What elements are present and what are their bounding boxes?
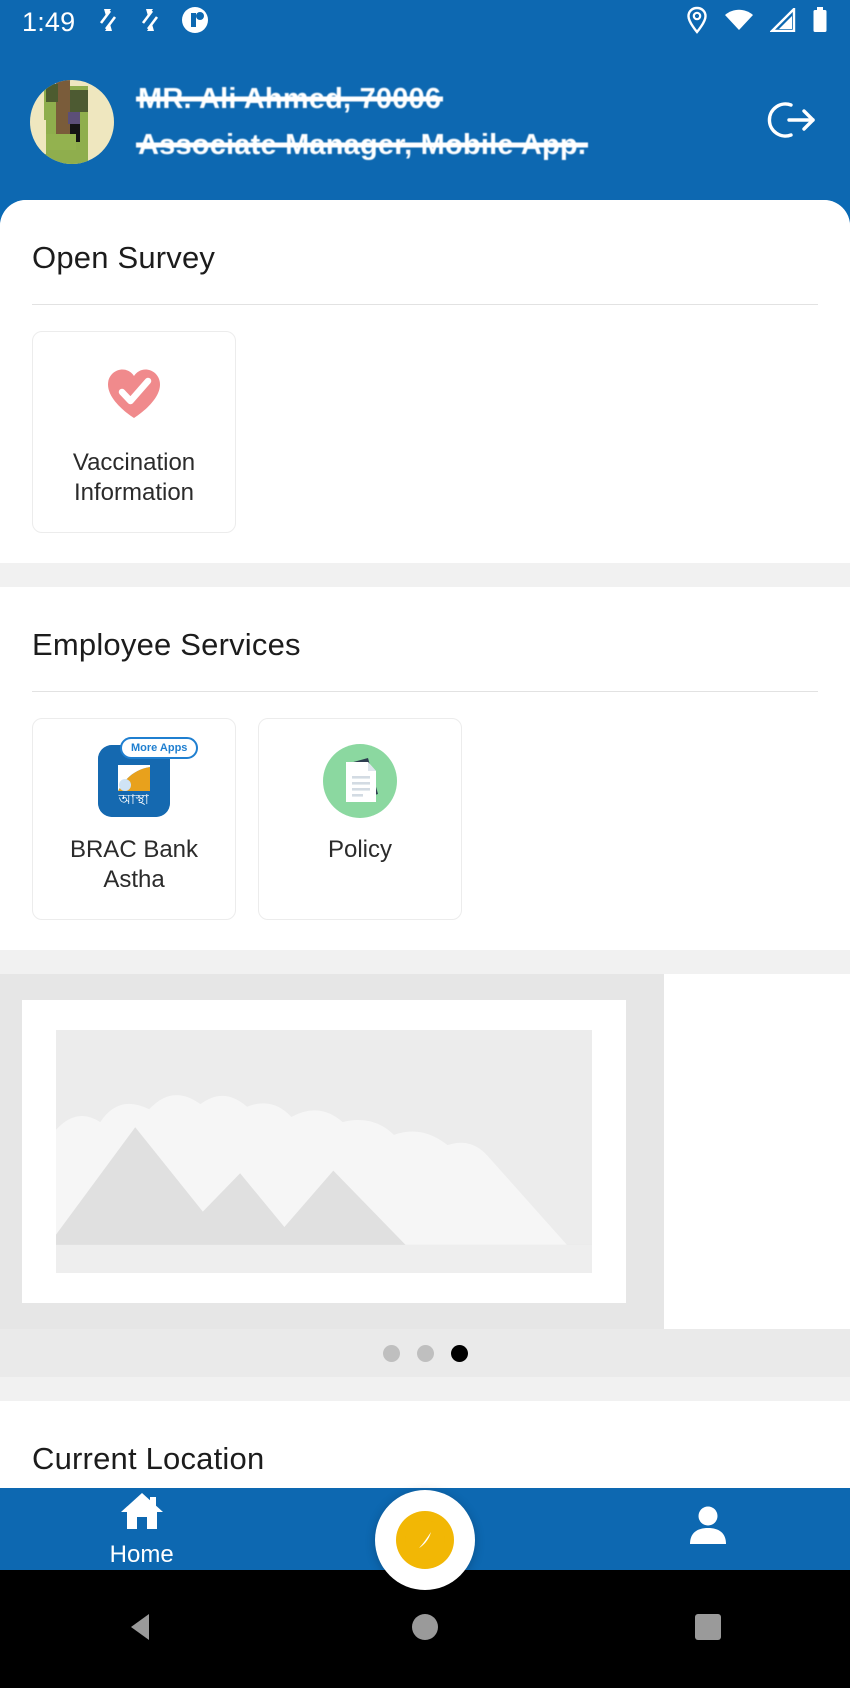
tile-policy[interactable]: Policy bbox=[258, 718, 462, 920]
back-button[interactable] bbox=[82, 1570, 202, 1688]
current-location-section: Current Location bbox=[0, 1401, 850, 1488]
image-placeholder-landscape bbox=[56, 1030, 592, 1273]
user-info: MR. Ali Ahmed, 70006 Associate Manager, … bbox=[138, 79, 758, 165]
section-gap bbox=[0, 563, 850, 587]
content-sheet: Open Survey Vaccination Information Empl… bbox=[0, 200, 850, 1488]
brac-bank-astha-icon: আস্থা More Apps bbox=[98, 737, 199, 817]
tile-label: Vaccination Information bbox=[72, 449, 196, 506]
banner-carousel[interactable] bbox=[0, 974, 850, 1329]
section-gap bbox=[0, 1377, 850, 1401]
home-circle-icon bbox=[410, 1612, 440, 1647]
open-survey-section: Open Survey Vaccination Information bbox=[0, 200, 850, 563]
tile-brac-bank-astha[interactable]: আস্থা More Apps BRAC Bank Astha bbox=[32, 718, 236, 920]
carousel-slide-next[interactable] bbox=[664, 974, 849, 1329]
recents-button[interactable] bbox=[648, 1570, 768, 1688]
profile-person-icon bbox=[684, 1501, 732, 1554]
employee-services-tiles: আস্থা More Apps BRAC Bank Astha Policy bbox=[32, 692, 818, 950]
compass-fab-button[interactable] bbox=[375, 1490, 475, 1590]
status-bar: 1:49 bbox=[0, 0, 850, 44]
data-transfer-icon bbox=[139, 7, 161, 38]
banner-carousel-section bbox=[0, 974, 850, 1377]
carousel-dot[interactable] bbox=[416, 1344, 434, 1362]
employee-services-section: Employee Services আস্থা More Apps BRAC B… bbox=[0, 587, 850, 950]
back-triangle-icon bbox=[125, 1610, 159, 1649]
section-title-employee-services: Employee Services bbox=[32, 627, 301, 662]
battery-icon bbox=[812, 6, 828, 38]
nav-item-profile[interactable] bbox=[567, 1501, 850, 1558]
logout-button[interactable] bbox=[758, 91, 820, 153]
open-survey-tiles: Vaccination Information bbox=[32, 305, 818, 563]
carousel-dot-active[interactable] bbox=[450, 1344, 468, 1362]
status-bar-left-icons bbox=[97, 6, 209, 39]
more-apps-badge: More Apps bbox=[120, 737, 199, 759]
tile-vaccination-information[interactable]: Vaccination Information bbox=[32, 331, 236, 533]
carousel-slide[interactable] bbox=[0, 974, 648, 1329]
app-notification-icon bbox=[181, 6, 209, 39]
signal-icon bbox=[769, 5, 796, 37]
carousel-dot[interactable] bbox=[382, 1344, 400, 1362]
home-icon bbox=[119, 1490, 165, 1537]
policy-document-icon bbox=[323, 744, 397, 818]
carousel-slide-edge bbox=[648, 974, 664, 1329]
app-header: MR. Ali Ahmed, 70006 Associate Manager, … bbox=[0, 44, 850, 200]
section-title-open-survey: Open Survey bbox=[32, 240, 216, 275]
nav-item-label: Home bbox=[109, 1540, 174, 1568]
tile-label: BRAC Bank Astha bbox=[69, 836, 199, 893]
nav-item-home[interactable]: Home bbox=[0, 1490, 283, 1569]
astha-bengali-wordmark: আস্থা bbox=[118, 791, 150, 807]
section-gap bbox=[0, 950, 850, 974]
status-bar-right-icons bbox=[686, 5, 828, 39]
heart-check-icon bbox=[105, 358, 163, 430]
recents-square-icon bbox=[693, 1612, 723, 1647]
compass-leaf-icon bbox=[396, 1511, 454, 1569]
section-title-current-location: Current Location bbox=[32, 1441, 265, 1476]
carousel-dots[interactable] bbox=[0, 1329, 850, 1377]
user-role: Associate Manager, Mobile App. bbox=[138, 125, 586, 165]
user-name: MR. Ali Ahmed, 70006 bbox=[138, 79, 441, 119]
logout-icon bbox=[761, 97, 817, 148]
tile-label: Policy bbox=[327, 836, 393, 863]
wifi-icon bbox=[724, 8, 754, 37]
location-pin-icon bbox=[686, 6, 708, 39]
status-bar-clock: 1:49 bbox=[22, 6, 76, 37]
avatar[interactable] bbox=[30, 80, 114, 164]
phone-screen: 1:49 MR. Ali Ahmed, 70006 Associate Mana… bbox=[0, 0, 850, 1688]
data-transfer-icon bbox=[97, 7, 119, 38]
